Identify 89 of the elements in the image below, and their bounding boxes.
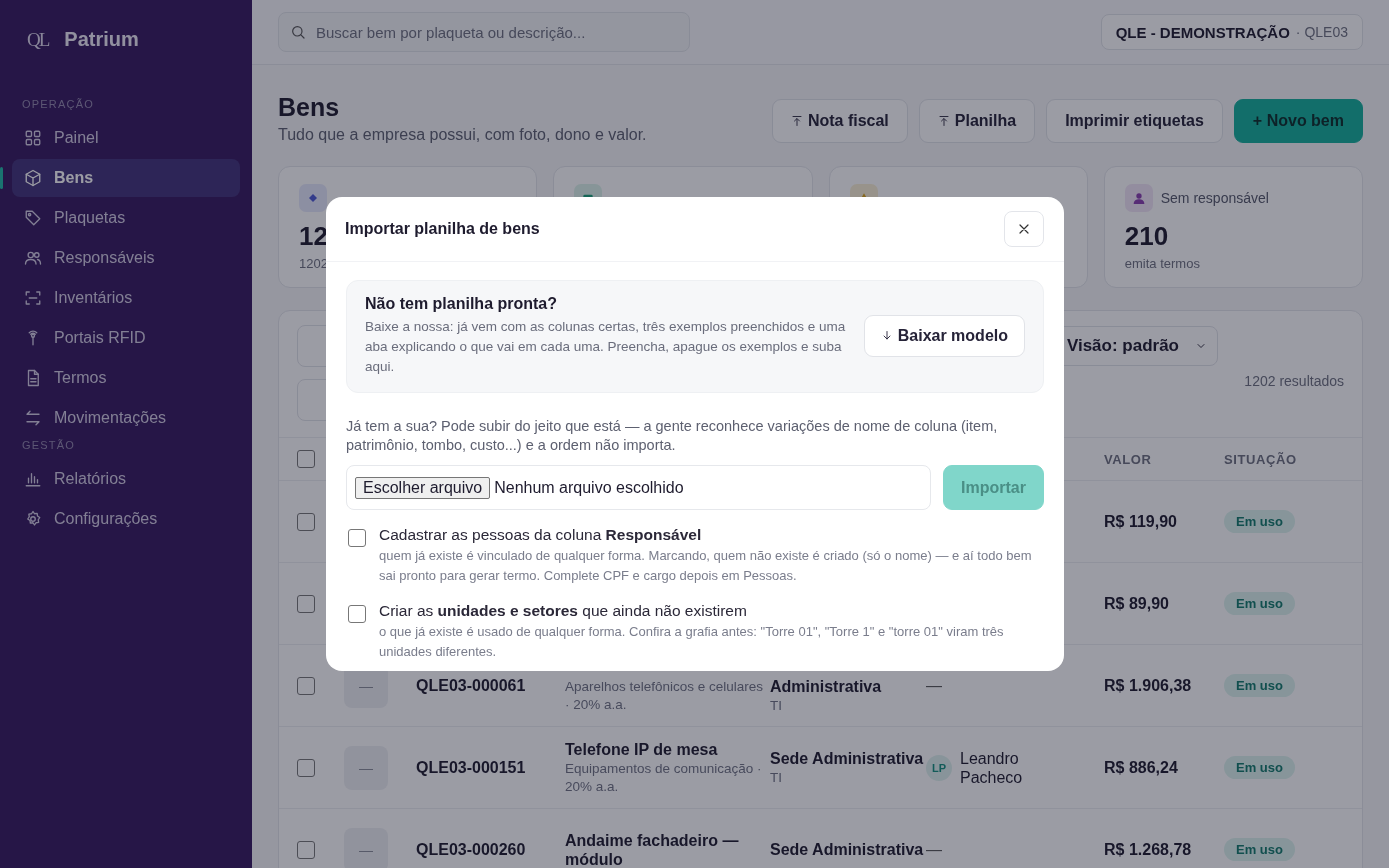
status-badge: Em uso: [1224, 674, 1295, 697]
asset-value: R$ 886,24: [1104, 758, 1178, 777]
status-badge: Em uso: [1224, 510, 1295, 533]
option-hint: o que já existe é usado de qualquer forma. Confira a grafia antes: "Torre 01", "Torre 1" e "torre 01" viram três unidades diferentes.: [379, 623, 1005, 661]
sidebar-item[interactable]: Painel: [12, 119, 240, 157]
asset-value: R$ 119,90: [1104, 512, 1177, 531]
action-button[interactable]: Planilha: [918, 99, 1036, 143]
cube-icon: [24, 169, 42, 187]
search-icon: [290, 24, 306, 40]
empty-photo-mark: —: [359, 677, 373, 694]
sidebar-item[interactable]: Relatórios: [12, 460, 240, 498]
asset-category: Aparelhos telefônicos e celulares · 20% a.a.: [565, 677, 765, 714]
page-title: Bens: [278, 93, 341, 122]
sidebar-item[interactable]: Responsáveis: [12, 239, 240, 277]
action-button[interactable]: Nota fiscal: [771, 99, 908, 143]
row-checkbox[interactable]: [348, 529, 366, 547]
close-button[interactable]: [1004, 211, 1044, 247]
asset-tag[interactable]: QLE03-000260: [416, 840, 526, 859]
section-heading: OPERAÇÃO: [21, 98, 95, 110]
asset-name: Andaime fachadeiro — módulo: [565, 830, 740, 868]
asset-name: Telefone IP de mesa: [565, 739, 718, 759]
asset-value: R$ 89,90: [1104, 594, 1169, 613]
modal-title: Importar planilha de bens: [345, 220, 540, 238]
status-badge: Em uso: [1224, 592, 1295, 615]
asset-category: Equipamentos de comunicação · 20% a.a.: [565, 759, 763, 796]
sidebar-item[interactable]: Configurações: [12, 500, 240, 538]
row-checkbox[interactable]: [297, 840, 315, 859]
status-badge: Em uso: [1224, 756, 1295, 779]
empty-photo-mark: —: [359, 759, 373, 776]
stat-caption: emita termos: [1124, 256, 1200, 271]
asset-tag[interactable]: QLE03-000061: [416, 676, 526, 695]
action-button[interactable]: + Novo bem: [1233, 99, 1363, 143]
logo-mark: QL: [27, 28, 49, 51]
avatar: LP: [926, 754, 952, 781]
sidebar-item[interactable]: Portais RFID: [12, 319, 240, 357]
row-checkbox[interactable]: [348, 605, 366, 623]
action-button[interactable]: Imprimir etiquetas: [1046, 99, 1223, 143]
empty-value: —: [926, 676, 942, 695]
asset-value: R$ 1.906,38: [1104, 676, 1192, 695]
asset-value: R$ 1.268,78: [1104, 840, 1192, 859]
search-field[interactable]: Buscar bem por plaqueta ou descrição...: [278, 12, 690, 52]
row-checkbox[interactable]: [297, 594, 315, 613]
results-count: 1202 resultados: [1244, 373, 1344, 389]
upload-icon: [937, 114, 950, 128]
upload-icon: [790, 114, 803, 128]
info-title: Não tem planilha pronta?: [365, 295, 558, 313]
option-hint: quem já existe é vinculado de qualquer forma. Marcando, quem não existe é criado (só o nome) — e aí todo bem sai pronto para gerar termo. Complete CPF e cargo depois em Pessoas.: [379, 547, 1033, 585]
unit-name: Sede Administrativa: [770, 748, 924, 768]
row-checkbox[interactable]: [297, 758, 315, 777]
page-subtitle: Tudo que a empresa possui, com foto, dono e valor.: [278, 126, 647, 144]
sidebar-item[interactable]: Inventários: [12, 279, 240, 317]
sidebar-item[interactable]: Movimentações: [12, 399, 240, 437]
column-header[interactable]: SITUAÇÃO: [1224, 451, 1362, 467]
scan-icon: [24, 289, 42, 307]
brand-name: Patrium: [64, 28, 139, 51]
stat-value: 210: [1124, 221, 1169, 252]
sector-name: TI: [770, 768, 782, 787]
column-header[interactable]: VALOR: [1104, 451, 1224, 467]
organization-switcher[interactable]: QLE - DEMONSTRAÇÃO · QLE03: [1100, 14, 1363, 50]
tag-icon: [24, 209, 42, 227]
status-badge: Em uso: [1224, 838, 1295, 861]
file-status: Nenhum arquivo escolhido: [494, 478, 684, 497]
empty-value: —: [926, 840, 942, 859]
settings-icon: [24, 510, 42, 528]
row-checkbox[interactable]: [297, 512, 315, 531]
empty-photo-mark: —: [359, 841, 373, 858]
stat-value: 12: [299, 221, 328, 252]
select-all-checkbox[interactable]: [297, 450, 315, 468]
bar-chart-icon: [24, 470, 42, 488]
responsible-name: Leandro Pacheco: [960, 748, 1024, 787]
people-icon: [24, 249, 42, 267]
swap-arrows-icon: [24, 409, 42, 427]
option-label: Cadastrar as pessoas da coluna Responsável: [379, 526, 703, 544]
stat-label: Sem responsável: [1160, 190, 1269, 206]
asset-tag[interactable]: QLE03-000151: [416, 758, 526, 777]
row-checkbox[interactable]: [297, 676, 315, 695]
unit-name: Administrativa: [770, 676, 882, 696]
section-heading: GESTÃO: [21, 439, 77, 451]
info-text: Baixe a nossa: já vem com as colunas certas, três exemplos preenchidos e uma aba explicando o que vai em cada uma. Preencha, apague os exemplos e suba aqui.: [365, 318, 847, 376]
choose-file-button[interactable]: Escolher arquivo: [355, 476, 491, 499]
download-template-button[interactable]: Baixar modelo: [863, 315, 1025, 357]
sidebar-item[interactable]: Plaquetas: [12, 199, 240, 237]
grid-icon: [24, 129, 42, 147]
sector-name: TI: [770, 696, 782, 715]
unit-name: Sede Administrativa: [770, 840, 924, 859]
sidebar-item[interactable]: Termos: [12, 359, 240, 397]
option-label: Criar as unidades e setores que ainda não existirem: [379, 602, 748, 620]
intro-text: Já tem a sua? Pode subir do jeito que está — a gente reconhece variações de nome de coluna (item, patrimônio, tombo, custo...) e a ordem não importa.: [346, 417, 999, 455]
file-field[interactable]: Escolher arquivo Nenhum arquivo escolhido: [346, 465, 931, 510]
